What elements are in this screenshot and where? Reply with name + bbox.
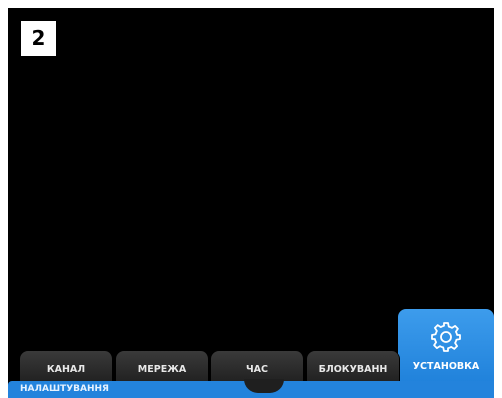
tab-channel-label: КАНАЛ (46, 363, 86, 375)
settings-bar-label: НАЛАШТУВАННЯ (20, 384, 109, 394)
tv-screen: 2 УСТАНОВКА КАНАЛ МЕРЕЖА ЧАС БЛОКУВАНН Н… (8, 8, 494, 398)
tab-lock-label: БЛОКУВАНН (318, 363, 388, 375)
step-number-badge: 2 (21, 21, 56, 56)
tab-time-label: ЧАС (245, 363, 268, 375)
gear-icon (431, 322, 461, 352)
tab-network-label: МЕРЕЖА (137, 363, 187, 375)
